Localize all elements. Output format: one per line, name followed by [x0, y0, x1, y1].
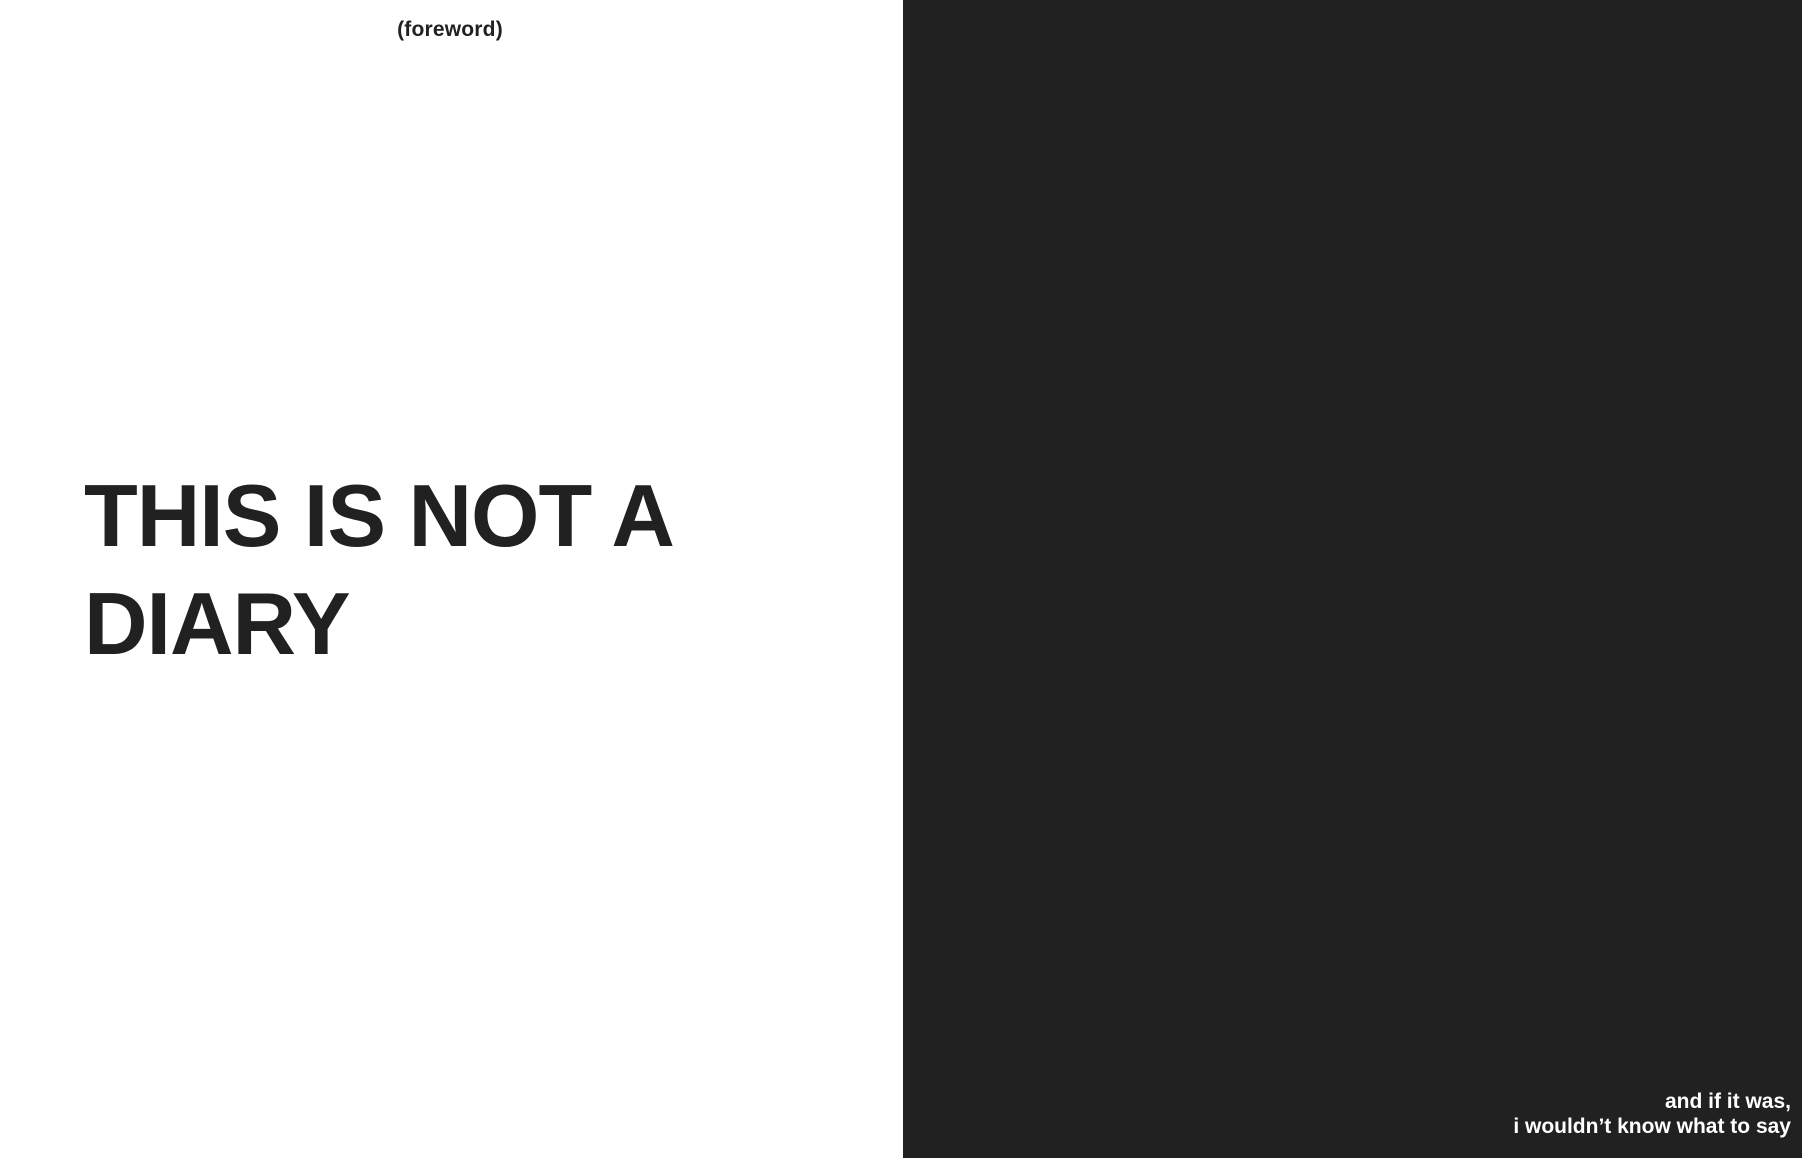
section-label: (foreword) [397, 18, 503, 41]
book-spread: (foreword) THIS IS NOT A DIARY and if it… [0, 0, 1802, 1158]
headline: THIS IS NOT A DIARY [84, 462, 844, 678]
headline-line-2: DIARY [84, 574, 351, 673]
right-page: and if it was, i wouldn’t know what to s… [903, 0, 1802, 1158]
headline-line-1: THIS IS NOT A [84, 466, 675, 565]
caption: and if it was, i wouldn’t know what to s… [1513, 1089, 1791, 1139]
left-page: (foreword) THIS IS NOT A DIARY [0, 0, 903, 1158]
caption-line-2: i wouldn’t know what to say [1513, 1115, 1791, 1138]
caption-line-1: and if it was, [1664, 1090, 1791, 1113]
